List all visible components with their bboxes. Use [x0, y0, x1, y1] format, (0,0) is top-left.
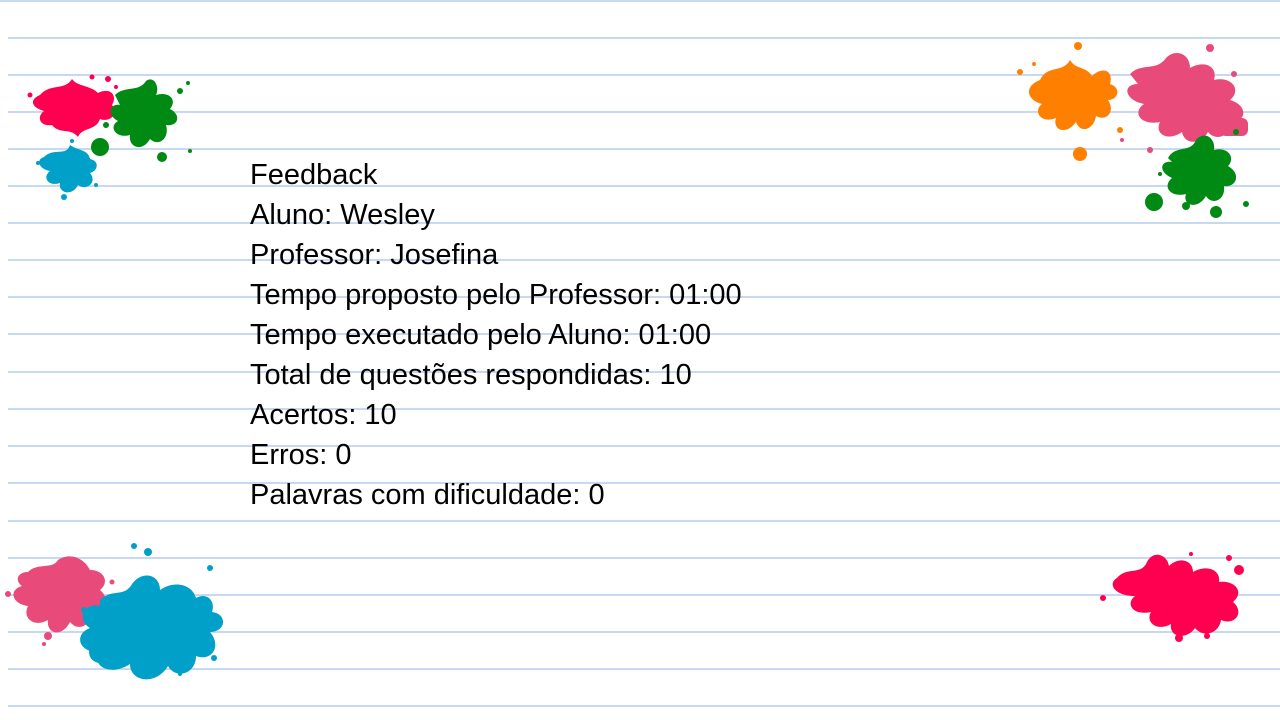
teacher-name: Professor: Josefina: [250, 239, 499, 271]
feedback-summary: Feedback Aluno: Wesley Professor: Josefi…: [250, 155, 742, 515]
paint-splat-top-right: [1017, 42, 1249, 218]
student-name: Aluno: Wesley: [250, 199, 435, 231]
red-splat: [1100, 552, 1244, 642]
pink-splat: [1120, 44, 1248, 153]
green-splat: [1145, 129, 1249, 218]
orange-splat: [1017, 42, 1123, 161]
total-answered: Total de questões respondidas: 10: [250, 359, 692, 391]
blue-splat: [36, 139, 98, 200]
paint-splat-bottom-right: [1100, 552, 1244, 642]
error-count: Erros: 0: [250, 439, 352, 471]
feedback-title: Feedback: [250, 159, 378, 191]
paint-splat-top-left: [27, 74, 192, 200]
difficult-words-count: Palavras com dificuldade: 0: [250, 479, 605, 511]
time-executed: Tempo executado pelo Aluno: 01:00: [250, 319, 712, 351]
pink-splat: [27, 74, 118, 137]
blue-splat: [80, 543, 224, 680]
correct-count: Acertos: 10: [250, 399, 397, 431]
feedback-slide: Feedback Aluno: Wesley Professor: Josefi…: [0, 0, 1280, 720]
paint-splat-bottom-left: [5, 543, 224, 680]
time-proposed: Tempo proposto pelo Professor: 01:00: [250, 279, 742, 311]
